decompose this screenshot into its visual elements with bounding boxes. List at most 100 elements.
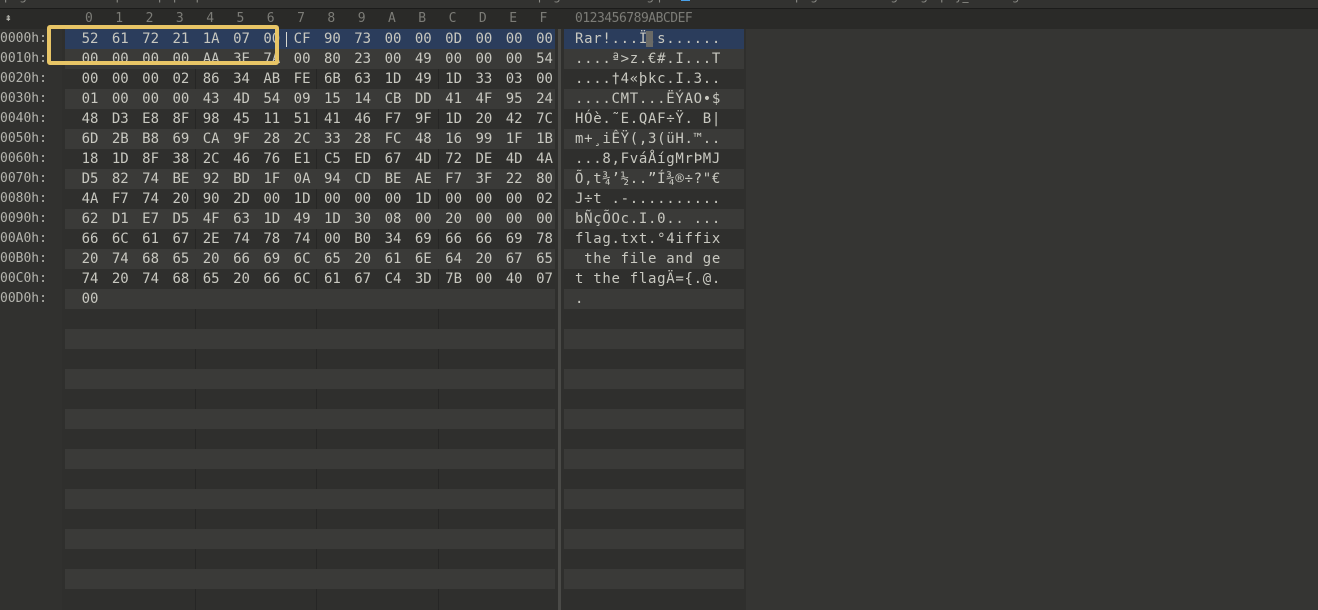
- hex-byte[interactable]: 74: [137, 169, 165, 189]
- hex-byte[interactable]: 20: [106, 269, 134, 289]
- hex-byte[interactable]: 01: [76, 89, 104, 109]
- ascii-row-text[interactable]: .: [575, 289, 584, 309]
- file-tab[interactable]: main: [1258, 0, 1288, 3]
- file-tab[interactable]: briefing.pdf: [608, 0, 691, 3]
- hex-byte[interactable]: 2D: [228, 189, 256, 209]
- hex-byte[interactable]: 20: [349, 249, 377, 269]
- hex-byte[interactable]: AB: [258, 69, 286, 89]
- hex-byte[interactable]: 1D: [106, 149, 134, 169]
- hex-byte[interactable]: 1D: [258, 209, 286, 229]
- hex-byte[interactable]: 66: [470, 229, 498, 249]
- hex-byte[interactable]: 08: [379, 209, 407, 229]
- hex-byte[interactable]: 48: [76, 109, 104, 129]
- hex-byte[interactable]: 22: [500, 169, 528, 189]
- file-tab[interactable]: AES256: [318, 0, 364, 3]
- hex-byte[interactable]: 86: [197, 69, 225, 89]
- ascii-row-text[interactable]: J÷t .-..........: [575, 189, 721, 209]
- hex-byte[interactable]: 4D: [409, 149, 437, 169]
- hex-byte[interactable]: 80: [531, 169, 559, 189]
- hex-byte[interactable]: D5: [167, 209, 195, 229]
- hex-byte[interactable]: 1F: [258, 169, 286, 189]
- hex-byte[interactable]: 00: [76, 289, 104, 309]
- hex-byte[interactable]: D1: [106, 209, 134, 229]
- hex-byte[interactable]: 1B: [531, 129, 559, 149]
- hex-byte[interactable]: 20: [197, 249, 225, 269]
- hex-byte[interactable]: 4F: [197, 209, 225, 229]
- hex-byte[interactable]: 00: [76, 69, 104, 89]
- hex-byte[interactable]: 69: [500, 229, 528, 249]
- hex-byte[interactable]: 00: [470, 209, 498, 229]
- hex-byte[interactable]: E7: [137, 209, 165, 229]
- hex-byte[interactable]: 00: [106, 89, 134, 109]
- hex-byte[interactable]: DD: [409, 89, 437, 109]
- hex-byte[interactable]: 34: [379, 229, 407, 249]
- hex-byte[interactable]: 62: [76, 209, 104, 229]
- hex-byte[interactable]: 6B: [318, 69, 346, 89]
- hex-byte[interactable]: 00: [500, 209, 528, 229]
- hex-byte[interactable]: CD: [349, 169, 377, 189]
- hex-byte[interactable]: 3F: [470, 169, 498, 189]
- hex-byte[interactable]: 40: [500, 269, 528, 289]
- hex-byte[interactable]: 65: [197, 269, 225, 289]
- hex-row[interactable]: 20 74 68 65 20 66 69 6C 65 20 61 6E 64 20 67 65: [65, 249, 555, 269]
- hex-byte[interactable]: 00: [440, 49, 468, 69]
- hex-byte[interactable]: 00: [470, 189, 498, 209]
- hex-byte[interactable]: CB: [379, 89, 407, 109]
- hex-byte[interactable]: 82: [106, 169, 134, 189]
- hex-byte[interactable]: 54: [531, 49, 559, 69]
- hex-byte[interactable]: 66: [228, 249, 256, 269]
- hex-byte[interactable]: 00: [106, 69, 134, 89]
- ascii-row[interactable]: ....CMT...ËÝAO•$: [564, 89, 744, 109]
- hex-byte[interactable]: 45: [228, 109, 256, 129]
- hex-byte[interactable]: 20: [76, 249, 104, 269]
- hex-byte[interactable]: 2C: [197, 149, 225, 169]
- hex-byte[interactable]: 1D: [440, 69, 468, 89]
- hex-byte[interactable]: 2C: [288, 129, 316, 149]
- hex-byte[interactable]: 74: [137, 189, 165, 209]
- hex-byte[interactable]: DE: [470, 149, 498, 169]
- hex-byte[interactable]: 20: [167, 189, 195, 209]
- hex-byte[interactable]: F7: [106, 189, 134, 209]
- hex-row[interactable]: 18 1D 8F 38 2C 46 76 E1 C5 ED 67 4D 72 DE 4D 4A: [65, 149, 555, 169]
- hex-byte[interactable]: 61: [137, 229, 165, 249]
- hex-byte[interactable]: 67: [167, 229, 195, 249]
- ascii-text-pane[interactable]: Rar!...Ï.s..........ª>z.€#.I...T....†4«þ…: [561, 29, 746, 610]
- ascii-row[interactable]: bÑçÕOc.I.0.. ...: [564, 209, 744, 229]
- hex-byte[interactable]: 64: [440, 249, 468, 269]
- hex-byte[interactable]: 20: [440, 209, 468, 229]
- hex-byte[interactable]: 9F: [228, 129, 256, 149]
- hex-byte[interactable]: 00: [470, 29, 498, 49]
- ascii-row-text[interactable]: the file and ge: [575, 249, 721, 269]
- hex-row[interactable]: 6D 2B B8 69 CA 9F 28 2C 33 28 FC 48 16 99 1F 1B: [65, 129, 555, 149]
- hex-byte[interactable]: B0: [349, 229, 377, 249]
- file-tab[interactable]: task.1: [1100, 0, 1137, 3]
- hex-row[interactable]: 01 00 00 00 43 4D 54 09 15 14 CB DD 41 4F 95 24: [65, 89, 555, 109]
- hex-byte[interactable]: 3D: [409, 269, 437, 289]
- hex-byte[interactable]: 68: [167, 269, 195, 289]
- hex-byte[interactable]: CA: [197, 129, 225, 149]
- hex-byte[interactable]: 00: [500, 189, 528, 209]
- hex-byte[interactable]: 61: [318, 269, 346, 289]
- hex-byte[interactable]: FC: [379, 129, 407, 149]
- ascii-row-text[interactable]: ....ª>z.€#.I...T: [575, 49, 721, 69]
- hex-byte[interactable]: ED: [349, 149, 377, 169]
- hex-byte[interactable]: 1D: [409, 189, 437, 209]
- hex-byte[interactable]: 20: [470, 109, 498, 129]
- hex-byte[interactable]: 46: [228, 149, 256, 169]
- hex-byte[interactable]: 00: [470, 49, 498, 69]
- hex-byte[interactable]: D5: [76, 169, 104, 189]
- hex-byte[interactable]: 34: [228, 69, 256, 89]
- hex-byte[interactable]: 66: [258, 269, 286, 289]
- hex-byte[interactable]: 49: [409, 69, 437, 89]
- hex-byte[interactable]: 38: [167, 149, 195, 169]
- hex-byte[interactable]: 68: [137, 249, 165, 269]
- hex-row[interactable]: 62 D1 E7 D5 4F 63 1D 49 1D 30 08 00 20 00 00 00: [65, 209, 555, 229]
- hex-byte[interactable]: 6C: [288, 249, 316, 269]
- hex-byte[interactable]: 28: [349, 129, 377, 149]
- hex-byte[interactable]: 6C: [106, 229, 134, 249]
- ascii-row-text[interactable]: t the flagÄ={.@.: [575, 269, 721, 289]
- ascii-row-text[interactable]: bÑçÕOc.I.0.. ...: [575, 209, 721, 229]
- hex-byte[interactable]: 7C: [531, 109, 559, 129]
- hex-byte[interactable]: 1D: [440, 109, 468, 129]
- hex-byte[interactable]: F7: [379, 109, 407, 129]
